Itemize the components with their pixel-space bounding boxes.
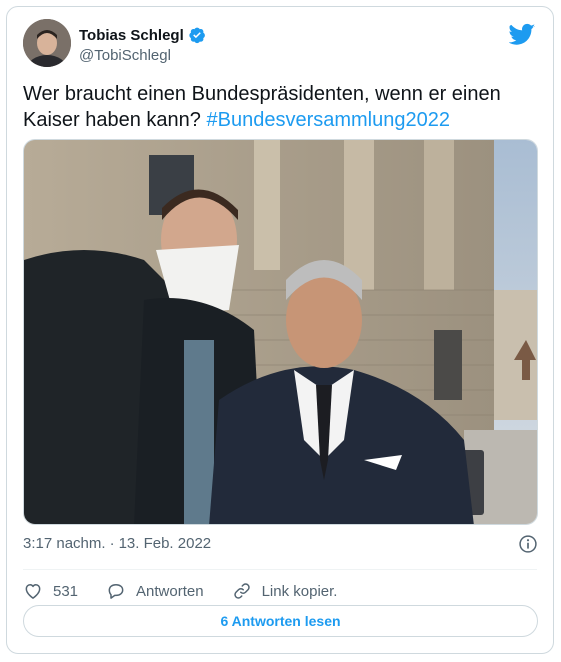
tweet-actions: 531 Antworten Link kopier. [23, 575, 365, 607]
tweet-meta: 3:17 nachm. · 13. Feb. 2022 [23, 535, 538, 555]
read-replies-button[interactable]: 6 Antworten lesen [23, 605, 538, 637]
author-handle[interactable]: @TobiSchlegl [79, 47, 206, 64]
tweet-photo[interactable] [23, 139, 538, 525]
reply-label: Antworten [136, 582, 204, 600]
author-display-name[interactable]: Tobias Schlegl [79, 27, 184, 44]
reply-button[interactable]: Antworten [106, 581, 204, 601]
tweet-card: Tobias Schlegl @TobiSchlegl Wer braucht … [6, 6, 554, 654]
read-replies-label: 6 Antworten lesen [220, 613, 341, 629]
tweet-time[interactable]: 3:17 nachm. [23, 535, 106, 552]
avatar[interactable] [23, 19, 71, 67]
reply-bubble-icon [108, 584, 124, 599]
tweet-header: Tobias Schlegl @TobiSchlegl [23, 19, 537, 71]
tweet-date[interactable]: 13. Feb. 2022 [119, 535, 212, 552]
like-button[interactable]: 531 [23, 581, 78, 601]
tweet-text: Wer braucht einen Bundespräsidenten, wen… [23, 81, 533, 133]
verified-badge-icon [189, 27, 205, 44]
like-count: 531 [53, 582, 79, 600]
separator-dot: · [109, 535, 115, 552]
twitter-bird-icon[interactable] [509, 23, 535, 45]
heart-icon [25, 584, 41, 599]
copy-link-label: Link kopier. [261, 582, 338, 600]
hashtag-link[interactable]: #Bundesversammlung2022 [206, 109, 450, 131]
copy-link-button[interactable]: Link kopier. [232, 581, 338, 601]
photo-image [24, 140, 537, 524]
link-icon [233, 583, 250, 599]
divider [23, 569, 537, 570]
info-icon[interactable] [518, 534, 538, 554]
author-block: Tobias Schlegl @TobiSchlegl [79, 25, 206, 64]
